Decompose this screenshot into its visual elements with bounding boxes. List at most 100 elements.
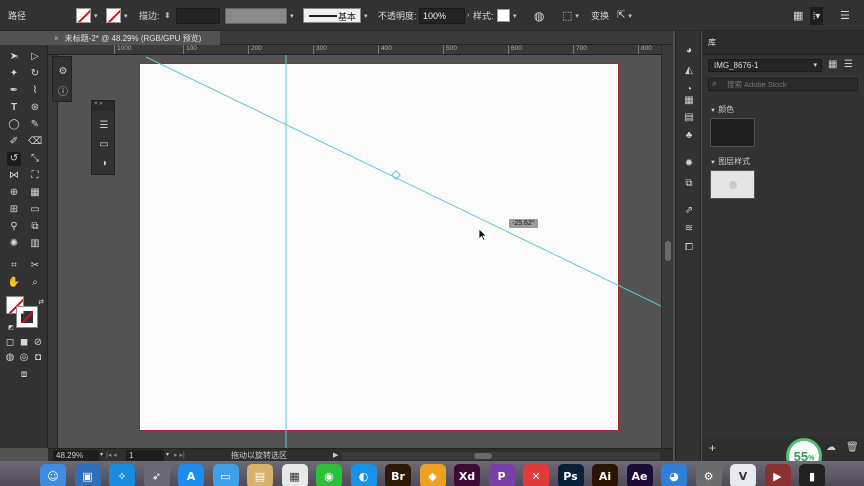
screen-mode-icon[interactable]: ⧈ xyxy=(17,368,31,382)
magic-wand-tool-icon[interactable]: ✦ xyxy=(7,67,21,81)
ellipse-tool-icon[interactable]: ◯ xyxy=(7,118,21,132)
artboard-number-field[interactable]: 1 xyxy=(126,450,164,461)
app-store-icon[interactable]: A xyxy=(178,464,204,486)
draw-behind-icon[interactable]: ◎ xyxy=(17,351,31,365)
free-transform-tool-icon[interactable]: ⛶ xyxy=(28,169,42,183)
width-tool-icon[interactable]: ⋈ xyxy=(7,169,21,183)
pen-tool-icon[interactable]: ✒ xyxy=(7,84,21,98)
add-content-icon[interactable]: + xyxy=(709,441,716,455)
gear-icon[interactable]: ⚙ xyxy=(56,65,70,77)
gradient-tool-icon[interactable]: ▭ xyxy=(28,203,42,217)
layer-styles-section-header[interactable]: ▼ 图层样式 xyxy=(710,156,750,167)
eyedropper-tool-icon[interactable]: ⚲ xyxy=(7,220,21,234)
first-artboard-icon[interactable]: |◂ ◂ xyxy=(106,450,117,461)
graphic-styles-icon[interactable]: ⧉ xyxy=(681,176,697,190)
rotate-tool-icon[interactable]: ↺ xyxy=(7,152,21,166)
scale-tool-icon[interactable]: ⤡ xyxy=(28,152,42,166)
photo-viewer-icon[interactable]: ▤ xyxy=(247,464,273,486)
list-view-icon[interactable]: ☰ xyxy=(844,59,853,70)
qq-icon[interactable]: ◕ xyxy=(661,464,687,486)
eraser-tool-icon[interactable]: ⌫ xyxy=(28,135,42,149)
zoom-field[interactable]: 48.29% xyxy=(53,450,99,461)
artboards-icon[interactable]: ⧠ xyxy=(681,240,697,254)
symbols-icon[interactable]: ♣ xyxy=(681,128,697,142)
shaper-tool-icon[interactable]: ✐ xyxy=(7,135,21,149)
info-icon[interactable]: ⓘ xyxy=(56,84,70,98)
preview-icon[interactable]: ▣ xyxy=(74,464,101,486)
brushes-icon[interactable]: ▤ xyxy=(681,110,697,124)
none-mode-icon[interactable]: ⊘ xyxy=(31,336,45,350)
video-app-icon[interactable]: V xyxy=(730,464,756,486)
zoom-dropdown-icon[interactable]: ▾ xyxy=(100,450,103,461)
opacity-field[interactable]: 100% › xyxy=(419,0,469,31)
close-tab-icon[interactable]: × xyxy=(54,34,59,43)
menu-lines-icon[interactable]: ☰ xyxy=(97,119,111,131)
shape-builder-tool-icon[interactable]: ⊕ xyxy=(7,186,21,200)
type-tool-icon[interactable]: T xyxy=(7,101,21,115)
library-select[interactable]: IMG_8676-1 ▾ xyxy=(708,59,822,72)
after-effects-icon[interactable]: Ae xyxy=(626,464,653,486)
safari-icon[interactable]: ✧ xyxy=(109,464,135,486)
layer-style-item[interactable] xyxy=(710,170,755,199)
draw-inside-icon[interactable]: ◘ xyxy=(31,351,45,365)
pdf-expert-icon[interactable]: P xyxy=(488,464,515,486)
next-artboard-icon[interactable]: ▸ ▸| xyxy=(174,450,185,461)
appearance-icon[interactable]: ✹ xyxy=(681,156,697,170)
scrollbar-thumb[interactable] xyxy=(665,241,671,261)
horizontal-scrollbar[interactable] xyxy=(342,452,660,460)
vertical-scrollbar[interactable] xyxy=(661,45,673,448)
wechat-icon[interactable]: ◉ xyxy=(316,464,342,486)
panel-header[interactable]: × » xyxy=(92,101,114,111)
touch-type-tool-icon[interactable]: ⊛ xyxy=(28,101,42,115)
terminal-icon[interactable]: ▮ xyxy=(799,464,825,486)
cloud-icon[interactable]: ☁ xyxy=(826,442,836,453)
brush-definition-dropdown[interactable]: 基本 ▾ xyxy=(303,0,368,31)
artboard-dropdown-icon[interactable]: ▾ xyxy=(166,450,169,461)
hand-tool-icon[interactable]: ✋ xyxy=(7,276,21,290)
layers-icon[interactable]: ≋ xyxy=(681,221,697,235)
document-canvas[interactable]: -25.62° xyxy=(58,55,661,448)
mesh-tool-icon[interactable]: ⊞ xyxy=(7,203,21,217)
panel-menu-icon[interactable]: ☰ xyxy=(840,0,850,31)
color-swatch-item[interactable] xyxy=(710,118,755,147)
blend-tool-icon[interactable]: ⧉ xyxy=(28,220,42,234)
direct-selection-tool-icon[interactable]: ▷ xyxy=(28,50,42,64)
default-colors-icon[interactable]: ◩ xyxy=(4,321,18,335)
transparency-panel-icon[interactable]: ◑ xyxy=(97,157,111,169)
launchpad-icon[interactable]: ➶ xyxy=(143,464,170,486)
libraries-tab-title[interactable]: 库 xyxy=(708,37,716,48)
align-selection-icon[interactable]: ⬚ ▾ xyxy=(562,0,579,31)
stroke-color-swatch[interactable] xyxy=(17,307,37,327)
isolate-icon[interactable]: ⇱ ▾ xyxy=(617,0,632,31)
settings-icon[interactable]: ⚙ xyxy=(695,464,722,486)
color-mode-icon[interactable]: ◻ xyxy=(3,336,17,350)
column-graph-tool-icon[interactable]: ▥ xyxy=(28,237,42,251)
libraries-panel-header[interactable]: 库 xyxy=(702,31,864,55)
selection-tool-icon[interactable]: ➤ xyxy=(7,50,21,64)
stroke-swatch[interactable]: ▾ xyxy=(106,0,128,31)
keynote-icon[interactable]: ▭ xyxy=(212,464,239,486)
finder-icon[interactable]: ☺ xyxy=(40,464,66,486)
stepper-arrows-icon[interactable]: ⬍ xyxy=(164,11,171,20)
document-tab[interactable]: × 未标题-2* @ 48.29% (RGB/GPU 预览) xyxy=(48,31,220,45)
xd-icon[interactable]: Xd xyxy=(454,464,480,486)
xmind-icon[interactable]: ✕ xyxy=(523,464,549,486)
lasso-tool-icon[interactable]: ↻ xyxy=(28,67,42,81)
properties-icon[interactable]: ◭ xyxy=(681,63,697,77)
stock-search-input[interactable]: 搜索 Adobe Stock xyxy=(708,78,858,91)
slice-tool-icon[interactable]: ✂ xyxy=(28,259,42,273)
recolor-artwork-icon[interactable]: ◍ xyxy=(534,0,544,31)
trash-icon[interactable]: 🗑 xyxy=(846,442,859,453)
bridge-icon[interactable]: Br xyxy=(385,464,411,486)
vertical-ruler[interactable] xyxy=(48,55,58,448)
artboard-tool-icon[interactable]: ⌗ xyxy=(7,259,21,273)
horizontal-ruler[interactable]: 1000 100 200 300 400 500 600 700 800 xyxy=(48,45,673,55)
grid-view-icon[interactable]: ▦ xyxy=(828,59,837,70)
color-guide-icon[interactable]: ◕ xyxy=(681,43,697,57)
stroke-weight-stepper[interactable]: ⬍ xyxy=(164,0,171,31)
workspace-grid-icon[interactable]: ▦ xyxy=(793,0,803,31)
variable-width-profile[interactable]: ▾ xyxy=(225,0,294,31)
curvature-tool-icon[interactable]: ⌇ xyxy=(28,84,42,98)
transform-link[interactable]: 变换 xyxy=(591,0,609,31)
fill-swatch[interactable]: ▾ xyxy=(76,0,98,31)
